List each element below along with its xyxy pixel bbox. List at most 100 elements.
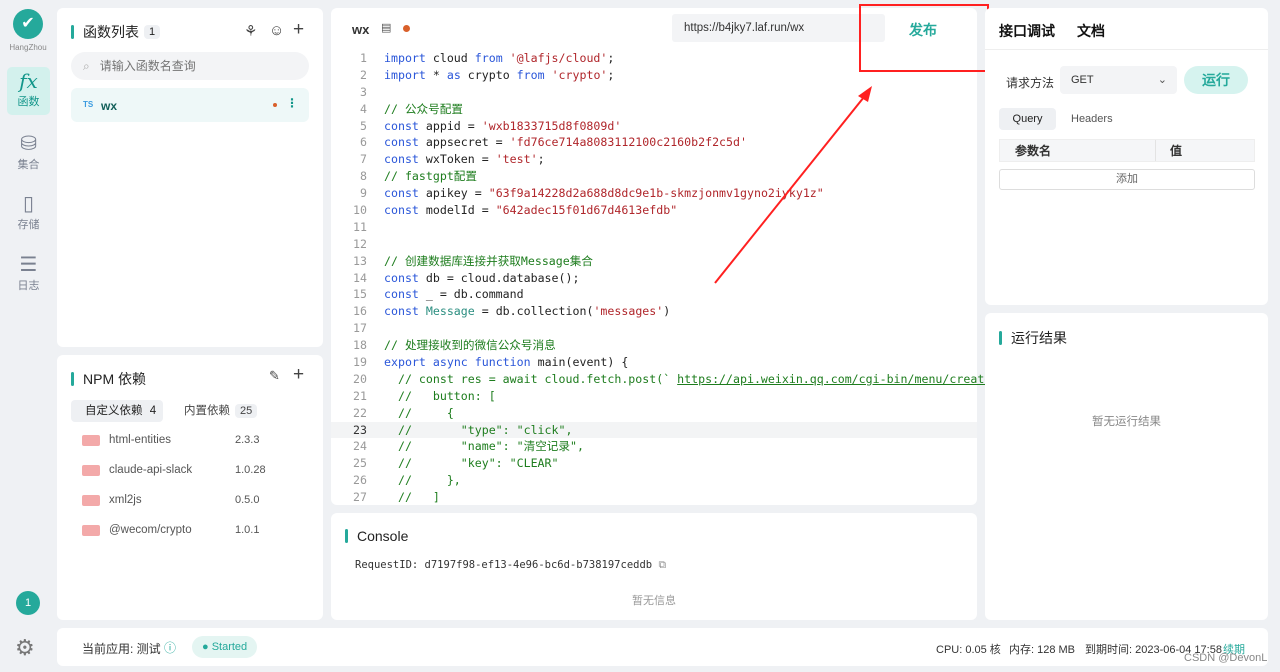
code-line[interactable]: 8 // fastgpt配置 — [331, 168, 977, 185]
nav-logs[interactable]: ☰ 日志 — [7, 251, 50, 299]
package-name: @wecom/crypto — [109, 524, 192, 536]
code-line[interactable]: 20 // const res = await cloud.fetch.post… — [331, 371, 991, 388]
code-token: const — [384, 186, 419, 201]
tab-custom-deps[interactable]: 自定义依赖 4 — [71, 400, 163, 422]
npm-icon — [82, 464, 100, 476]
function-url[interactable]: https://b4jky7.laf.run/wx — [672, 14, 885, 42]
code-line[interactable]: 4 // 公众号配置 — [331, 101, 977, 118]
line-number: 27 — [353, 490, 367, 505]
run-button[interactable]: 运行 — [1184, 66, 1248, 94]
console-empty: 暂无信息 — [632, 595, 676, 607]
tab-query[interactable]: Query — [999, 108, 1056, 130]
code-token: ; — [537, 152, 545, 167]
code-editor[interactable]: 1 import cloud from '@lafjs/cloud'; 2 impor… — [331, 50, 991, 506]
ai-icon[interactable]: ☺ — [269, 22, 284, 39]
memory-usage: 内存: 128 MB — [1009, 644, 1076, 656]
npm-icon — [82, 494, 100, 506]
more-menu-icon[interactable]: ⋮ — [286, 96, 298, 110]
add-function-button[interactable]: + — [293, 19, 304, 41]
info-icon[interactable]: ▤ — [381, 21, 391, 34]
tab-count: 4 — [149, 405, 157, 417]
code-line[interactable]: 25 // "key": "CLEAR" — [331, 455, 977, 472]
code-line[interactable]: 14 const db = cloud.database(); — [331, 270, 977, 287]
code-token: = db.collection( — [474, 304, 594, 319]
line-number: 17 — [353, 321, 367, 336]
npm-package[interactable]: html-entities 2.3.3 — [82, 434, 282, 446]
edit-icon[interactable]: ✎ — [269, 368, 280, 384]
line-number: 6 — [360, 135, 367, 150]
code-line[interactable]: 11 — [331, 219, 977, 236]
code-token: as — [446, 67, 461, 82]
settings-icon[interactable]: ⚙ — [15, 635, 35, 661]
copy-icon[interactable]: ⧉ — [658, 559, 666, 571]
search-input[interactable] — [99, 59, 290, 73]
method-value: GET — [1071, 74, 1094, 86]
status-text: Started — [211, 641, 248, 653]
code-line[interactable]: 13 // 创建数据库连接并获取Message集合 — [331, 253, 977, 270]
code-line[interactable]: 3 — [331, 84, 977, 101]
nav-storage[interactable]: ▯ 存储 — [7, 190, 50, 238]
code-token: // "type": "click", — [384, 422, 573, 437]
code-token: // fastgpt配置 — [384, 169, 477, 184]
npm-package[interactable]: @wecom/crypto 1.0.1 — [82, 524, 282, 536]
line-number: 7 — [360, 152, 367, 167]
tab-docs[interactable]: 文档 — [1077, 21, 1105, 41]
nav-collections[interactable]: ⛁ 集合 — [7, 130, 50, 178]
line-number: 20 — [353, 371, 367, 386]
line-number: 3 — [360, 84, 367, 99]
add-package-button[interactable]: + — [293, 364, 304, 386]
code-line[interactable]: 27 // ] — [331, 489, 977, 506]
code-token: // "name": "清空记录", — [384, 439, 584, 454]
code-line[interactable]: 22 // { — [331, 405, 977, 422]
code-line[interactable]: 19 export async function main(event) { — [331, 354, 977, 371]
code-token: crypto — [460, 67, 517, 82]
line-number: 19 — [353, 355, 367, 370]
code-token: // 公众号配置 — [384, 101, 463, 116]
log-icon: ☰ — [19, 254, 38, 276]
line-number: 16 — [353, 304, 367, 319]
annotation-box — [859, 4, 989, 72]
notification-badge[interactable]: 1 — [16, 591, 40, 615]
code-line[interactable]: 24 // "name": "清空记录", — [331, 438, 977, 455]
tab-builtin-deps[interactable]: 内置依赖 25 — [184, 400, 258, 422]
line-number: 14 — [353, 270, 367, 285]
nav-functions[interactable]: fx 函数 — [7, 67, 50, 115]
info-icon[interactable]: ⓘ — [164, 639, 176, 656]
code-line[interactable]: 23 // "type": "click", — [331, 421, 977, 439]
code-token: '@lafjs/cloud' — [509, 51, 608, 65]
annotation-arrow — [714, 86, 872, 284]
package-version: 1.0.1 — [235, 524, 260, 536]
code-token: 'test' — [495, 152, 538, 167]
code-line[interactable]: 17 — [331, 320, 977, 337]
tab-api-debug[interactable]: 接口调试 — [999, 21, 1055, 41]
unsaved-dot — [403, 25, 410, 32]
code-token: const — [384, 118, 419, 133]
code-token: wxToken = — [418, 152, 496, 167]
code-token: modelId = — [418, 203, 496, 218]
function-item-wx[interactable]: TS wx ⋮ — [71, 88, 309, 122]
code-line[interactable]: 21 // button: [ — [331, 388, 977, 405]
line-number: 9 — [360, 186, 367, 201]
tab-headers[interactable]: Headers — [1071, 108, 1113, 130]
code-line[interactable]: 15 const _ = db.command — [331, 286, 977, 303]
npm-package[interactable]: claude-api-slack 1.0.28 — [82, 464, 282, 476]
dependency-graph-icon[interactable]: ⚘ — [244, 22, 257, 40]
package-name: xml2js — [109, 494, 142, 506]
code-line[interactable]: 7 const wxToken = 'test'; — [331, 151, 977, 168]
code-line[interactable]: 9 const apikey = "63f9a14228d2a688d8dc9e1… — [331, 185, 977, 202]
code-line[interactable]: 16 const Message = db.collection('message… — [331, 303, 977, 320]
code-line[interactable]: 12 — [331, 236, 977, 253]
npm-package[interactable]: xml2js 0.5.0 — [82, 494, 282, 506]
add-param-button[interactable]: 添加 — [999, 169, 1255, 190]
code-line[interactable]: 5 const appid = 'wxb1833715d8f0809d' — [331, 118, 977, 135]
code-line[interactable]: 18 // 处理接收到的微信公众号消息 — [331, 337, 977, 354]
function-search[interactable]: ⌕ — [71, 52, 309, 80]
code-line[interactable]: 10 const modelId = "642adec15f01d67d4613e… — [331, 202, 977, 219]
method-label: 请求方法 — [1006, 76, 1055, 90]
unsaved-dot — [273, 103, 277, 107]
code-line[interactable]: 6 const appsecret = 'fd76ce714a8083112100… — [331, 134, 977, 151]
code-line[interactable]: 26 // }, — [331, 472, 977, 489]
code-token: apikey = — [418, 186, 489, 201]
method-select[interactable]: GET ⌄ — [1060, 66, 1177, 94]
